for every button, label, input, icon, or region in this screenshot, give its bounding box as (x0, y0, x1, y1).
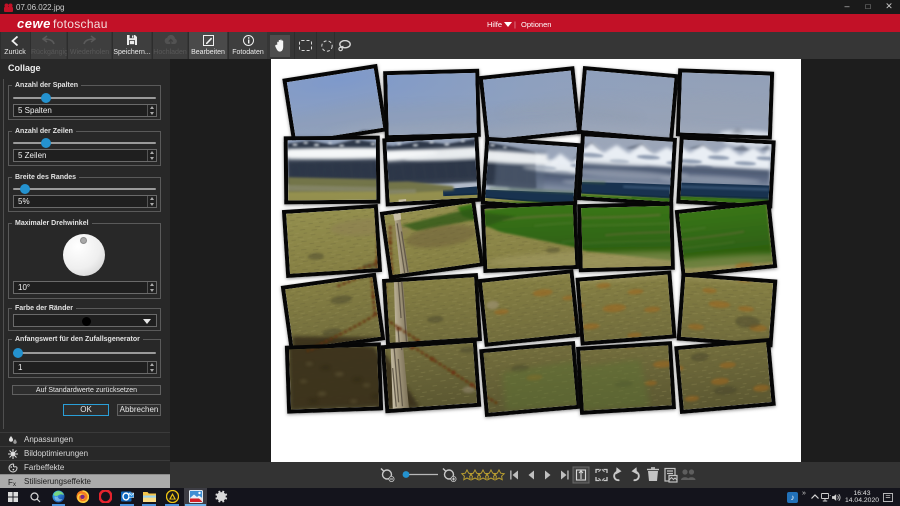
svg-text:x: x (13, 482, 16, 487)
